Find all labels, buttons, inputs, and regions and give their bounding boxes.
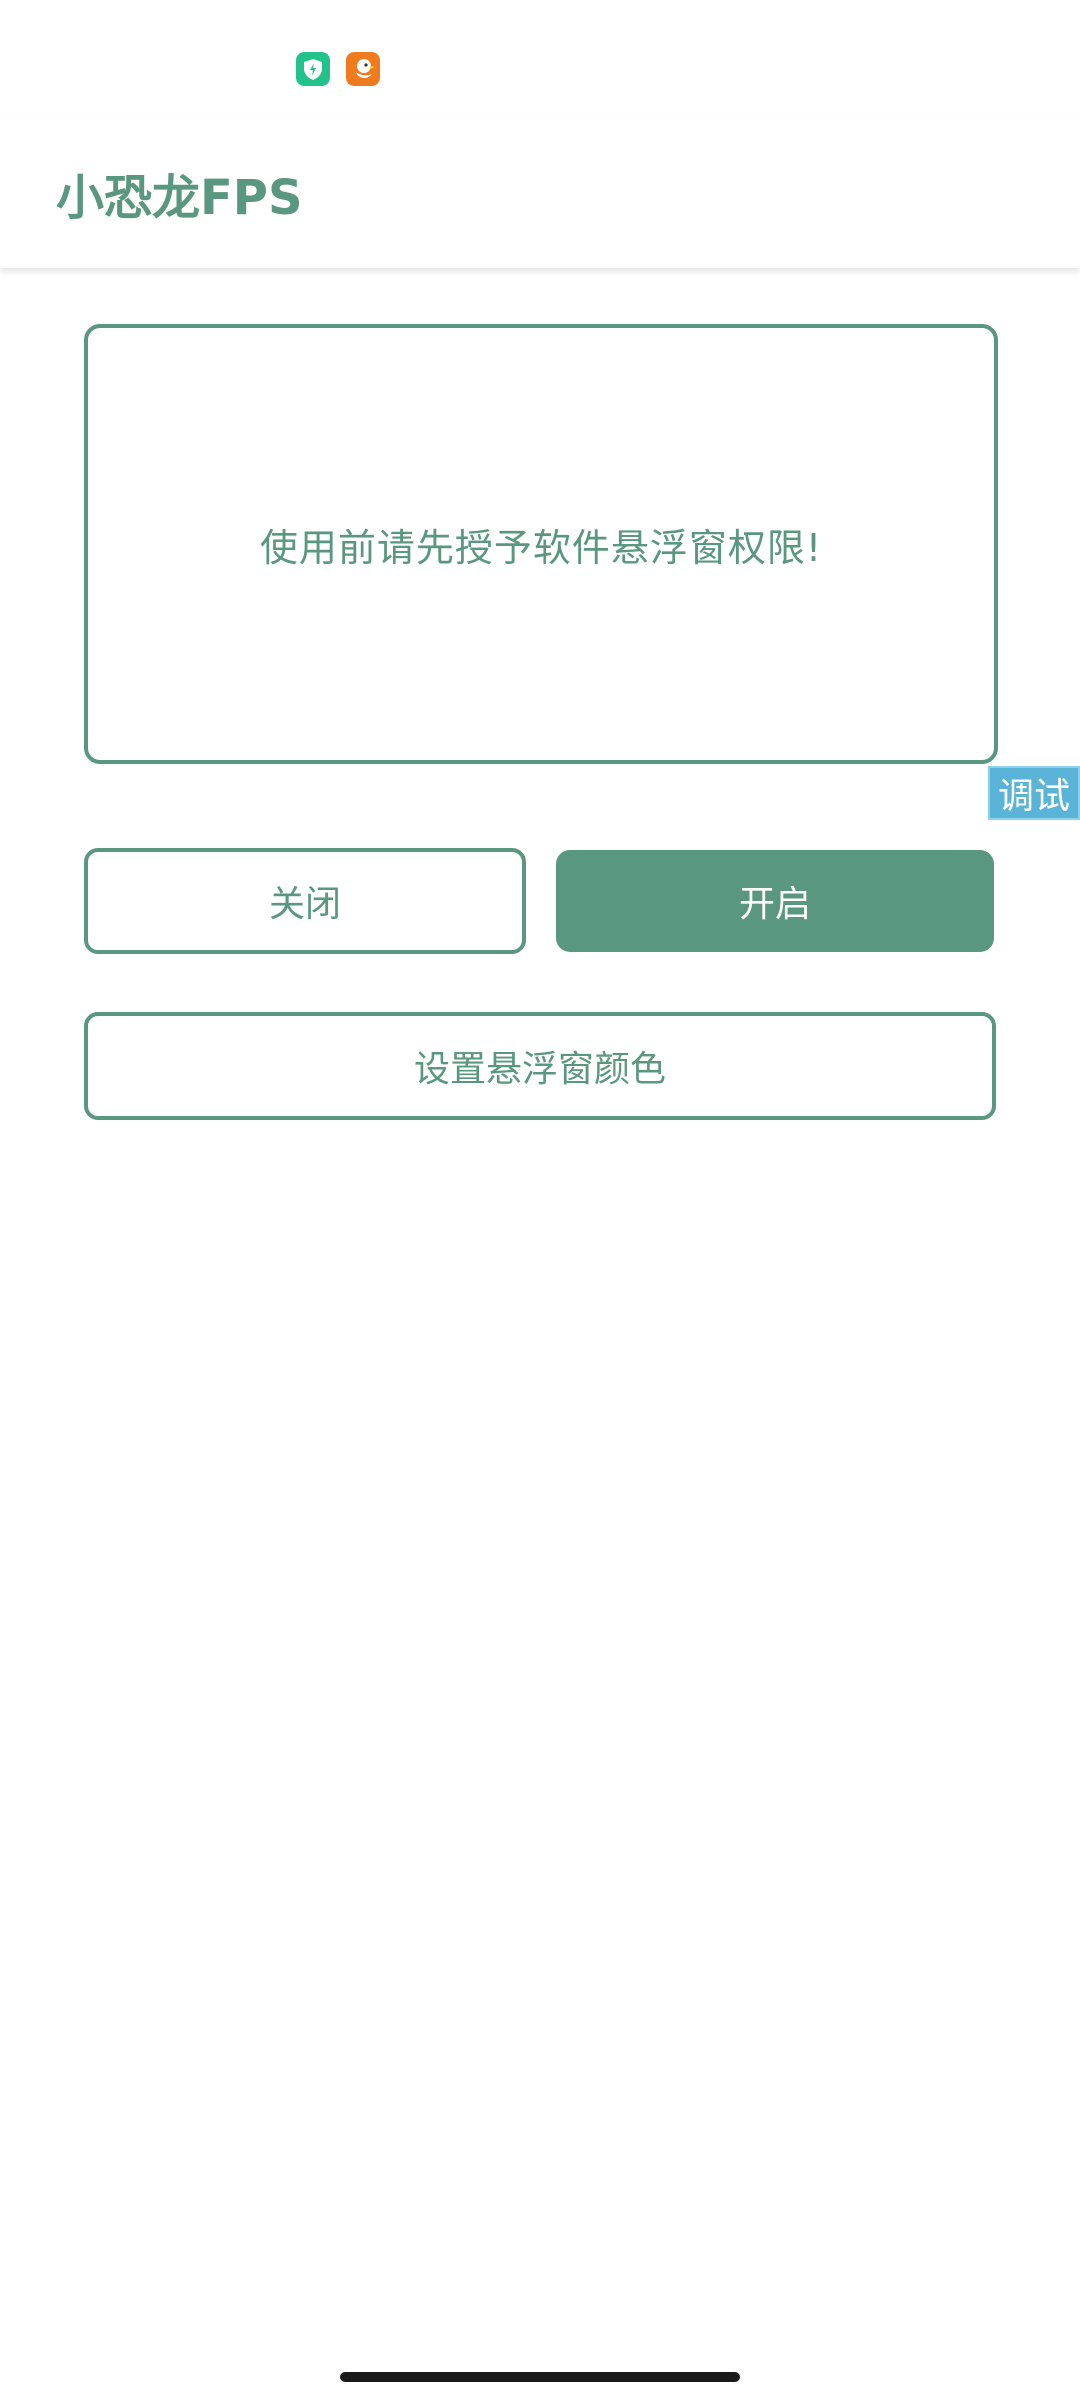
shield-app-icon: [296, 52, 330, 86]
open-button[interactable]: 开启: [556, 850, 994, 952]
permission-notice-box: 使用前请先授予软件悬浮窗权限!: [84, 324, 998, 764]
debug-button[interactable]: 调试: [988, 766, 1080, 820]
duck-app-icon: [346, 52, 380, 86]
close-button[interactable]: 关闭: [84, 848, 526, 954]
app-screen: 小恐龙FPS 使用前请先授予软件悬浮窗权限! 调试 关闭 开启 设置悬浮窗颜色: [0, 0, 1080, 2400]
app-bar: 小恐龙FPS: [0, 120, 1080, 268]
set-overlay-color-button[interactable]: 设置悬浮窗颜色: [84, 1012, 996, 1120]
app-title: 小恐龙FPS: [56, 170, 303, 226]
home-indicator[interactable]: [340, 2372, 740, 2382]
permission-notice-text: 使用前请先授予软件悬浮窗权限!: [259, 525, 823, 570]
status-bar: [0, 0, 1080, 120]
